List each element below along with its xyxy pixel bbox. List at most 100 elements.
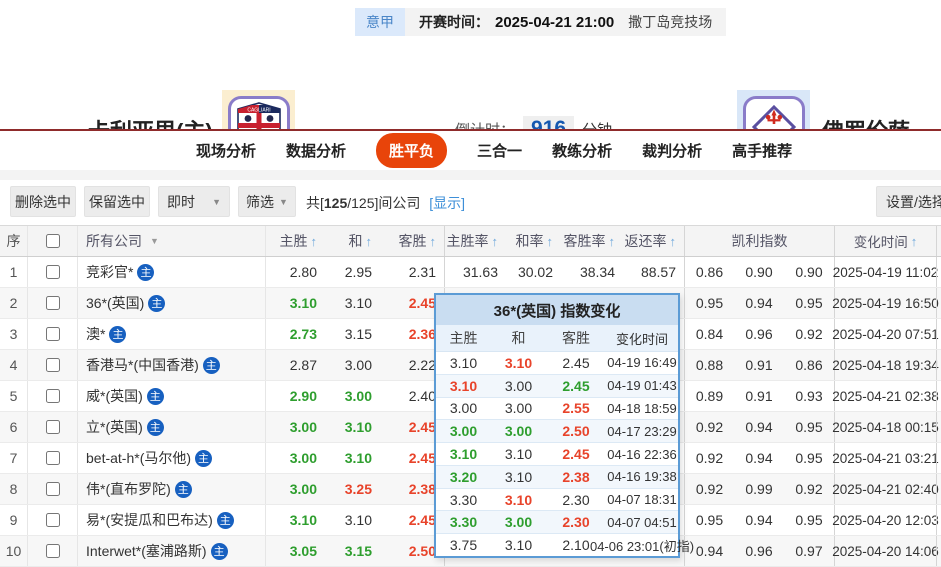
company-cell: Interwet*(塞浦路斯) 主: [78, 536, 265, 566]
popup-header-away: 客胜: [562, 330, 590, 346]
tab-expert[interactable]: 高手推荐: [732, 140, 792, 161]
company-count: 共[125/125]间公司 [显示]: [306, 195, 466, 211]
nav-divider: [0, 170, 941, 180]
header-draw-rate[interactable]: 和率 ↑: [506, 226, 561, 256]
company-name[interactable]: bet-at-h*(马尔他): [86, 448, 191, 468]
select-all-checkbox[interactable]: [45, 234, 60, 248]
sort-asc-icon: ↑: [669, 233, 677, 249]
home-badge-icon: 主: [195, 449, 213, 467]
row-checkbox-cell: [28, 381, 78, 411]
row-checkbox[interactable]: [45, 296, 60, 310]
company-name[interactable]: 澳*: [86, 324, 105, 344]
row-checkbox[interactable]: [45, 451, 60, 465]
row-checkbox[interactable]: [45, 420, 60, 434]
kelly-away: 0.97: [795, 543, 823, 559]
header-company[interactable]: 所有公司 ▼: [78, 226, 265, 256]
keep-selected-button[interactable]: 保留选中: [84, 186, 150, 217]
change-time: 2025-04-21 02:40: [832, 474, 939, 504]
away-rate: 38.34: [579, 264, 615, 280]
company-name[interactable]: 竞彩官*: [86, 262, 133, 282]
row-tail: [936, 505, 941, 535]
company-name[interactable]: 易*(安提瓜和巴布达): [86, 510, 213, 530]
row-tail: [936, 443, 941, 473]
row-checkbox-cell: [28, 443, 78, 473]
company-cell: 竞彩官* 主: [78, 257, 265, 287]
popup-change-time: 04-07 18:31: [607, 492, 677, 508]
company-cell: 香港马*(中国香港) 主: [78, 350, 265, 380]
tab-wdl[interactable]: 胜平负: [376, 133, 448, 168]
change-time: 2025-04-20 14:06: [832, 536, 939, 566]
kelly-home: 0.92: [684, 412, 734, 442]
home-odds: 3.00: [265, 412, 325, 442]
draw-odds: 2.95: [344, 264, 372, 280]
row-tail: [936, 319, 941, 349]
row-checkbox[interactable]: [45, 544, 60, 558]
popup-change-time: 04-17 23:29: [607, 423, 677, 439]
header-return-rate[interactable]: 返还率 ↑: [623, 226, 684, 256]
row-tail: [936, 412, 941, 442]
show-link[interactable]: [显示]: [429, 195, 465, 211]
settings-select-button[interactable]: 设置/选择: [876, 186, 941, 217]
company-cell: 易*(安提瓜和巴布达) 主: [78, 505, 265, 535]
tab-three-in-one[interactable]: 三合一: [477, 140, 522, 161]
popup-change-time: 04-19 01:43: [607, 378, 677, 394]
row-checkbox[interactable]: [45, 513, 60, 527]
company-name[interactable]: 香港马*(中国香港): [86, 355, 199, 375]
match-info-bar: 意甲 开赛时间： 2025-04-21 21:00 撒丁岛竞技场: [355, 8, 727, 36]
company-name[interactable]: 立*(英国): [86, 417, 143, 437]
home-rate: 31.63: [444, 257, 506, 287]
popup-draw-odds: 3.00: [504, 400, 533, 417]
row-checkbox[interactable]: [45, 389, 60, 403]
popup-away-odds: 2.45: [562, 446, 590, 463]
company-cell: 威*(英国) 主: [78, 381, 265, 411]
odds-mode-select[interactable]: 即时 ▼: [158, 186, 230, 217]
draw-odds: 3.10: [344, 512, 372, 528]
popup-away-odds: 2.55: [562, 400, 590, 417]
kickoff-time: 2025-04-21 21:00: [495, 13, 615, 31]
header-draw-odds[interactable]: 和 ↑: [325, 226, 380, 256]
row-tail: [936, 536, 941, 566]
tab-live[interactable]: 现场分析: [196, 140, 256, 161]
company-name[interactable]: Interwet*(塞浦路斯): [86, 541, 207, 561]
home-odds: 3.00: [265, 474, 325, 504]
tab-coach[interactable]: 教练分析: [552, 140, 612, 161]
popup-home-odds: 3.10: [449, 446, 478, 463]
change-time: 2025-04-21 02:38: [832, 381, 939, 411]
kelly-home: 0.88: [684, 350, 734, 380]
company-name[interactable]: 伟*(直布罗陀): [86, 479, 171, 499]
filter-button[interactable]: 筛选 ▼: [238, 186, 296, 217]
header-kelly: 凯利指数: [684, 226, 834, 256]
company-cell: 36*(英国) 主: [78, 288, 265, 318]
league-badge[interactable]: 意甲: [355, 8, 405, 36]
tab-data[interactable]: 数据分析: [286, 140, 346, 161]
popup-draw-odds: 3.00: [504, 514, 533, 531]
row-checkbox-cell: [28, 505, 78, 535]
kelly-draw: 0.94: [745, 450, 773, 466]
row-checkbox[interactable]: [45, 327, 60, 341]
popup-home-odds: 3.10: [449, 377, 478, 394]
change-time: 2025-04-19 16:50: [832, 288, 939, 318]
header-home-odds[interactable]: 主胜 ↑: [265, 226, 325, 256]
header-away-rate[interactable]: 客胜率 ↑: [561, 226, 623, 256]
popup-change-time: 04-16 22:36: [607, 446, 677, 462]
popup-row: 3.20 3.10 2.38 04-16 19:38: [436, 465, 678, 489]
company-name[interactable]: 威*(英国): [86, 386, 143, 406]
header-away-odds[interactable]: 客胜 ↑: [380, 226, 444, 256]
draw-odds: 3.00: [344, 388, 372, 404]
header-home-rate[interactable]: 主胜率 ↑: [444, 226, 506, 256]
header-change-time[interactable]: 变化时间 ↑: [834, 226, 936, 256]
tab-referee[interactable]: 裁判分析: [642, 140, 702, 161]
company-name[interactable]: 36*(英国): [86, 293, 144, 313]
home-badge-icon: 主: [146, 387, 164, 405]
company-cell: 立*(英国) 主: [78, 412, 265, 442]
row-checkbox[interactable]: [45, 358, 60, 372]
row-tail: [936, 474, 941, 504]
draw-odds: 3.00: [344, 357, 372, 373]
sort-asc-icon: ↑: [608, 233, 616, 249]
home-badge-icon: 主: [146, 418, 164, 436]
row-checkbox[interactable]: [45, 265, 60, 279]
row-tail: [936, 381, 941, 411]
kelly-home: 0.95: [684, 288, 734, 318]
delete-selected-button[interactable]: 删除选中: [10, 186, 76, 217]
row-checkbox[interactable]: [45, 482, 60, 496]
